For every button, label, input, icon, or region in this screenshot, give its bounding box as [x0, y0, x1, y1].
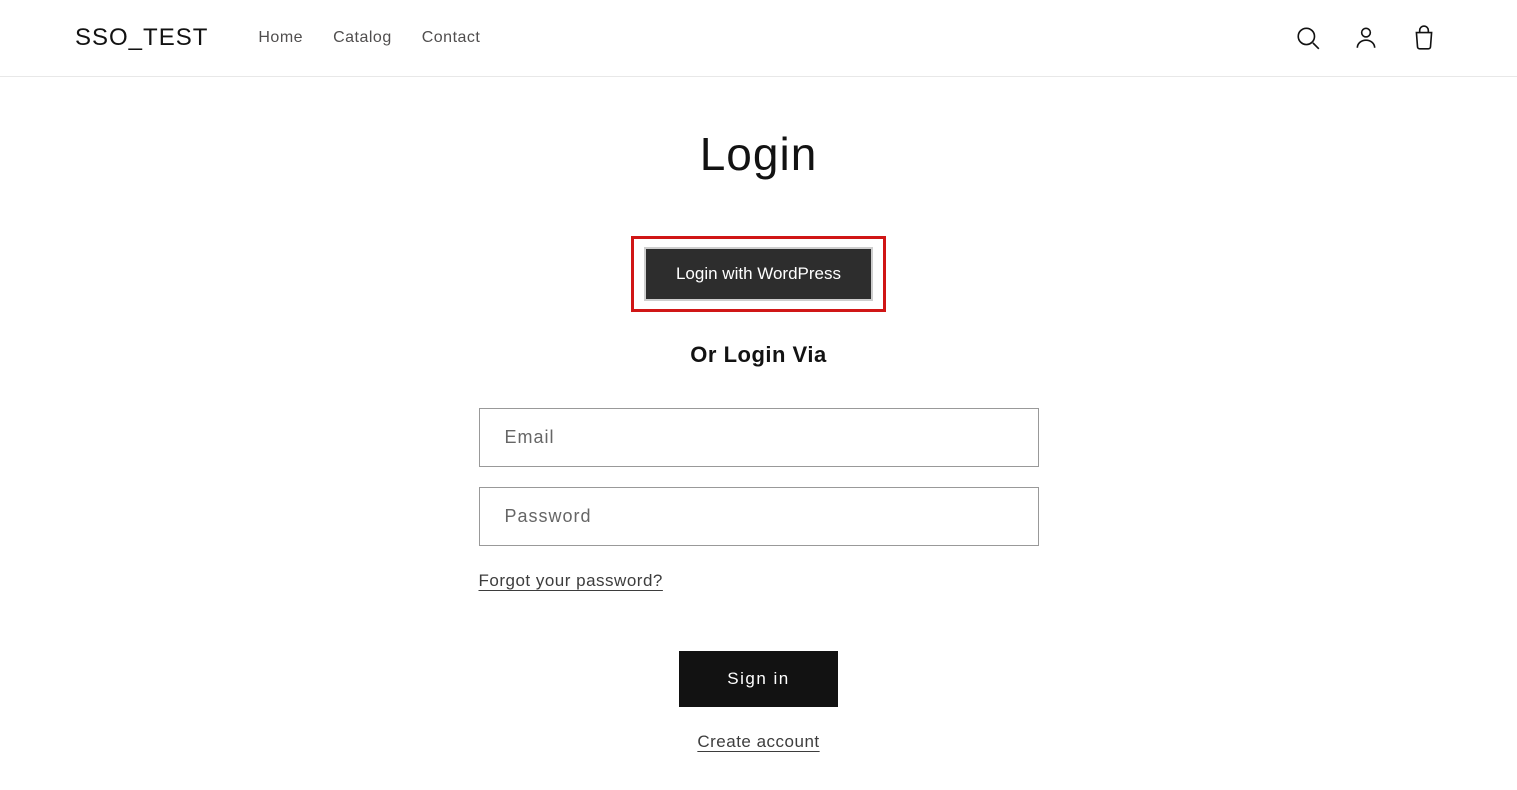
forgot-password-link[interactable]: Forgot your password?: [479, 571, 663, 591]
nav-catalog[interactable]: Catalog: [333, 29, 392, 47]
account-button[interactable]: [1348, 20, 1384, 56]
create-account-link[interactable]: Create account: [697, 732, 819, 752]
nav-contact[interactable]: Contact: [422, 29, 481, 47]
login-wordpress-button[interactable]: Login with WordPress: [644, 247, 873, 301]
main-content: Login Login with WordPress Or Login Via …: [0, 77, 1517, 752]
header: SSO_TEST Home Catalog Contact: [0, 0, 1517, 77]
search-icon: [1295, 25, 1321, 51]
header-right: [1290, 20, 1442, 56]
password-field[interactable]: [479, 487, 1039, 546]
search-button[interactable]: [1290, 20, 1326, 56]
main-nav: Home Catalog Contact: [258, 29, 480, 47]
signin-button[interactable]: Sign in: [679, 651, 837, 707]
user-icon: [1353, 25, 1379, 51]
sso-highlight-box: Login with WordPress: [631, 236, 886, 312]
nav-home[interactable]: Home: [258, 29, 303, 47]
cart-button[interactable]: [1406, 20, 1442, 56]
login-divider-text: Or Login Via: [690, 342, 826, 368]
brand-logo[interactable]: SSO_TEST: [75, 24, 208, 52]
header-left: SSO_TEST Home Catalog Contact: [75, 24, 480, 52]
email-field[interactable]: [479, 408, 1039, 467]
login-form: Forgot your password? Sign in Create acc…: [479, 408, 1039, 752]
bag-icon: [1411, 25, 1437, 51]
page-title: Login: [700, 127, 818, 181]
